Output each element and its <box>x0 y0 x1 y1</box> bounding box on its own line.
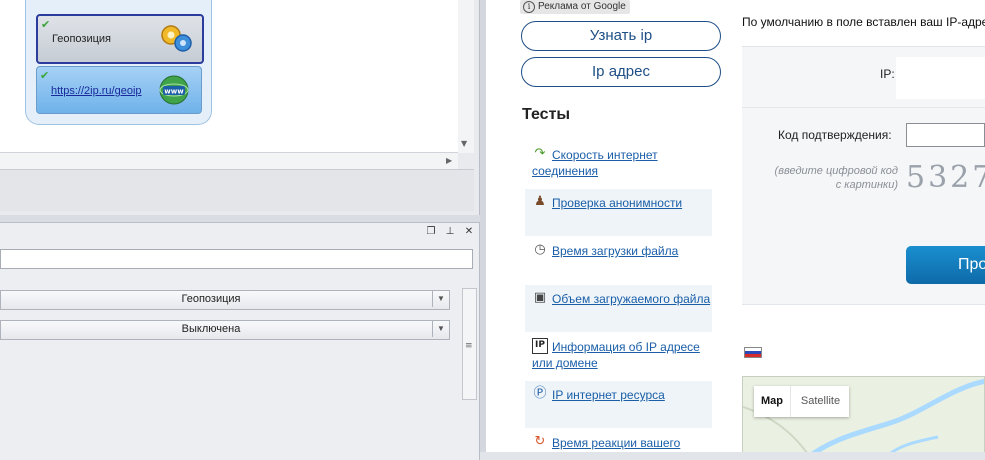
combo-value: Геопозиция <box>181 293 241 305</box>
pin-icon[interactable]: ⊥ <box>444 226 456 238</box>
test-item-download-time[interactable]: ◷ Время загрузки файла <box>525 237 712 284</box>
property-combo-type[interactable]: Геопозиция ▼ <box>0 290 450 310</box>
code-input[interactable] <box>906 123 985 147</box>
test-item-speed[interactable]: ↷ Скорость интернет соединения <box>525 141 712 188</box>
diagram-pane: ✔ Геопозиция ✔ https://2ip.ru/geoip www <box>0 0 480 215</box>
chevron-down-icon[interactable]: ▼ <box>432 321 449 337</box>
code-label: Код подтверждения: <box>778 128 892 142</box>
properties-toolbar: ❐ ⊥ ✕ <box>0 223 480 243</box>
www-globe-icon: www <box>159 75 189 105</box>
properties-pane: ❐ ⊥ ✕ Геопозиция ▼ Выключена ▼ ≡ <box>0 222 480 460</box>
properties-scrollbar[interactable]: ≡ <box>462 288 477 400</box>
scroll-down-arrow-icon[interactable]: ▼ <box>461 139 467 148</box>
test-item-reaction-time[interactable]: ↻ Время реакции вашего <box>525 429 712 452</box>
restore-icon[interactable]: ❐ <box>425 226 437 238</box>
tests-heading: Тесты <box>522 106 571 123</box>
test-link[interactable]: Объем загружаемого файла <box>532 291 712 307</box>
captcha-image: 5327 <box>906 160 985 195</box>
test-link[interactable]: Проверка анонимности <box>532 195 712 211</box>
gears-icon <box>161 25 192 52</box>
info-text: По умолчанию в поле вставлен ваш IP-адре… <box>742 15 985 29</box>
ip-label: IP: <box>880 67 895 81</box>
ad-badge-text: Реклама от Google <box>538 1 626 12</box>
submit-button[interactable]: Про <box>906 246 985 284</box>
info-icon: i <box>523 1 535 13</box>
diagram-horizontal-scrollbar[interactable]: ▶ <box>0 153 458 169</box>
ip-input[interactable] <box>896 57 985 99</box>
diagram-status-area <box>0 169 474 211</box>
code-hint: (введите цифровой код с картинки) <box>774 165 898 191</box>
find-ip-button[interactable]: Узнать ip <box>521 21 721 51</box>
chevron-down-icon[interactable]: ▼ <box>432 291 449 307</box>
tab-map[interactable]: Map <box>754 386 790 417</box>
test-link[interactable]: Информация об IP адресе или домене <box>532 339 712 371</box>
scroll-right-arrow-icon[interactable]: ▶ <box>446 156 452 165</box>
diagram-node-geoposition[interactable]: ✔ Геопозиция <box>36 14 204 64</box>
russia-flag-icon <box>744 347 762 358</box>
node-group: ✔ Геопозиция ✔ https://2ip.ru/geoip www <box>25 0 212 125</box>
map-type-tabs: Map Satellite <box>754 386 849 417</box>
properties-search-input[interactable] <box>0 249 473 269</box>
check-icon: ✔ <box>40 69 50 82</box>
test-link[interactable]: Скорость интернет соединения <box>532 147 712 179</box>
test-item-ip-resource[interactable]: Ⓟ IP интернет ресурса <box>525 381 712 428</box>
node-label: Геопозиция <box>52 33 111 45</box>
test-link[interactable]: Время реакции вашего <box>532 435 712 451</box>
diagram-node-link[interactable]: ✔ https://2ip.ru/geoip www <box>36 66 202 114</box>
divider <box>742 107 985 108</box>
scroll-grip-icon[interactable]: ≡ <box>465 341 473 351</box>
test-item-file-size[interactable]: ▣ Объем загружаемого файла <box>525 285 712 332</box>
ad-badge[interactable]: i Реклама от Google <box>520 0 630 14</box>
combo-value: Выключена <box>181 323 241 335</box>
diagram-canvas[interactable]: ✔ Геопозиция ✔ https://2ip.ru/geoip www <box>0 0 458 153</box>
test-item-ip-info[interactable]: IP Информация об IP адресе или домене <box>525 333 712 380</box>
property-combo-state[interactable]: Выключена ▼ <box>0 320 450 340</box>
divider <box>742 304 985 305</box>
tab-satellite[interactable]: Satellite <box>790 386 850 417</box>
browser-status-bar <box>480 452 985 460</box>
test-link[interactable]: IP интернет ресурса <box>532 387 712 403</box>
svg-text:www: www <box>164 88 184 96</box>
test-link[interactable]: Время загрузки файла <box>532 243 712 259</box>
check-icon: ✔ <box>41 18 51 31</box>
node-link-text[interactable]: https://2ip.ru/geoip <box>51 85 142 97</box>
ip-address-button[interactable]: Ip адрес <box>521 57 721 87</box>
close-icon[interactable]: ✕ <box>463 226 475 238</box>
test-item-anonymity[interactable]: ♟ Проверка анонимности <box>525 189 712 236</box>
diagram-vertical-scrollbar[interactable]: ▼ <box>458 0 474 153</box>
